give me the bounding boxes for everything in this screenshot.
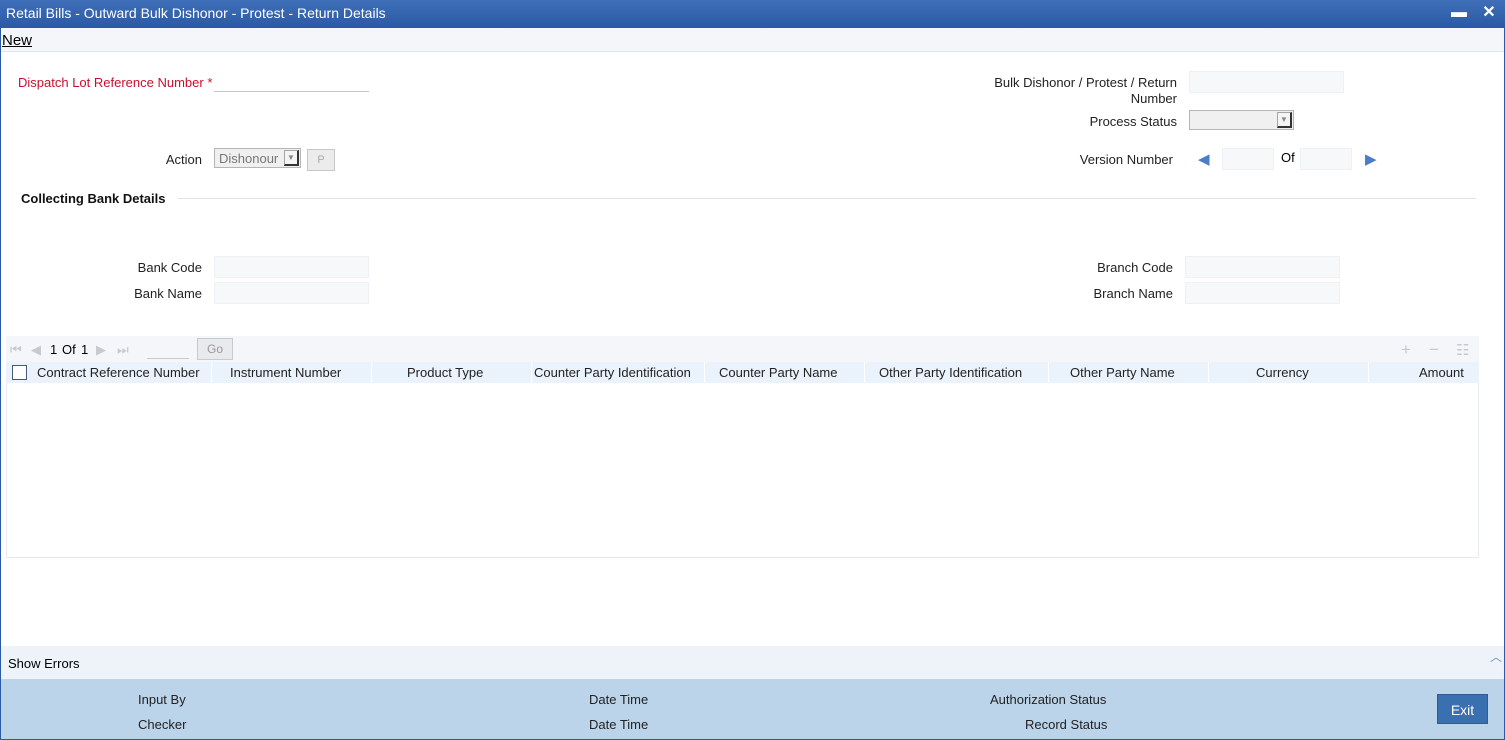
- dispatch-lot-input[interactable]: [214, 71, 369, 92]
- version-number-label: Version Number: [1079, 152, 1173, 167]
- close-icon[interactable]: ✕: [1480, 4, 1498, 22]
- process-status-label: Process Status: [1089, 114, 1177, 129]
- column-separator: [1368, 362, 1369, 383]
- column-separator: [1048, 362, 1049, 383]
- bank-name-label: Bank Name: [134, 286, 202, 301]
- record-status-label: Record Status: [1025, 717, 1108, 732]
- checker-label: Checker: [138, 717, 187, 732]
- column-separator: [1208, 362, 1209, 383]
- select-all-checkbox[interactable]: [12, 365, 27, 380]
- column-separator: [211, 362, 212, 383]
- collecting-bank-section-title: Collecting Bank Details: [21, 191, 166, 206]
- column-header[interactable]: Counter Party Identification: [534, 365, 691, 380]
- version-current-input[interactable]: [1222, 148, 1274, 170]
- delete-row-icon[interactable]: −: [1429, 340, 1439, 360]
- bulk-ref-label: Bulk Dishonor / Protest / Return Number: [960, 75, 1177, 107]
- first-page-icon[interactable]: ⏮: [10, 342, 22, 358]
- new-menu-link[interactable]: New: [2, 32, 32, 49]
- section-divider: [178, 198, 1476, 199]
- grid-header-row: Contract Reference Number Instrument Num…: [6, 362, 1479, 383]
- pager-total: 1: [81, 342, 89, 357]
- previous-version-icon[interactable]: ◀: [1198, 150, 1210, 168]
- bank-code-input[interactable]: [214, 256, 369, 278]
- action-select[interactable]: Dishonour ▼: [214, 148, 301, 168]
- single-view-icon[interactable]: ☷: [1456, 341, 1469, 359]
- required-marker: *: [207, 75, 213, 90]
- chevron-down-icon: ▼: [1277, 112, 1292, 128]
- column-separator: [371, 362, 372, 383]
- page-number-input[interactable]: [147, 338, 189, 359]
- next-version-icon[interactable]: ▶: [1365, 150, 1377, 168]
- column-header[interactable]: Instrument Number: [230, 365, 341, 380]
- dispatch-lot-label: Dispatch Lot Reference Number *: [18, 75, 212, 90]
- bulk-ref-input[interactable]: [1189, 71, 1344, 93]
- previous-page-icon[interactable]: ◀: [31, 342, 41, 358]
- pager-current: 1: [50, 342, 58, 357]
- minimize-icon[interactable]: ▬: [1450, 4, 1468, 22]
- add-row-icon[interactable]: +: [1401, 340, 1411, 360]
- checker-date-time-label: Date Time: [589, 717, 649, 732]
- column-separator: [864, 362, 865, 383]
- date-time-label: Date Time: [589, 692, 649, 707]
- process-status-select[interactable]: ▼: [1189, 110, 1294, 130]
- authorization-status-label: Authorization Status: [990, 692, 1107, 707]
- menu-bar: New: [0, 28, 1505, 52]
- column-header[interactable]: Other Party Name: [1070, 365, 1175, 380]
- window-titlebar: Retail Bills - Outward Bulk Dishonor - P…: [0, 0, 1505, 28]
- exit-button[interactable]: Exit: [1437, 694, 1488, 724]
- show-errors-link[interactable]: Show Errors: [8, 656, 80, 671]
- last-page-icon[interactable]: ⏭: [117, 342, 129, 358]
- column-header[interactable]: Counter Party Name: [719, 365, 838, 380]
- show-errors-bar: Show Errors ︿: [1, 646, 1504, 679]
- branch-code-input[interactable]: [1185, 256, 1340, 278]
- go-button[interactable]: Go: [197, 338, 233, 360]
- input-by-label: Input By: [138, 692, 186, 707]
- version-total-input[interactable]: [1300, 148, 1352, 170]
- column-header[interactable]: Currency: [1256, 365, 1309, 380]
- bulk-ref-label-line2: Number: [1130, 91, 1177, 106]
- dispatch-lot-label-text: Dispatch Lot Reference Number: [18, 75, 204, 90]
- bulk-ref-label-line1: Bulk Dishonor / Protest / Return: [994, 75, 1177, 90]
- column-header[interactable]: Other Party Identification: [879, 365, 1022, 380]
- column-separator: [531, 362, 532, 383]
- grid-toolbar: ⏮ ◀ 1 Of 1 ▶ ⏭ Go + − ☷: [6, 336, 1479, 362]
- column-header[interactable]: Contract Reference Number: [37, 365, 200, 380]
- window-title: Retail Bills - Outward Bulk Dishonor - P…: [6, 5, 386, 21]
- column-header[interactable]: Product Type: [407, 365, 483, 380]
- branch-name-input[interactable]: [1185, 282, 1340, 304]
- bank-name-input[interactable]: [214, 282, 369, 304]
- pager-of-label: Of: [62, 342, 76, 357]
- chevron-down-icon: ▼: [284, 150, 299, 166]
- bank-code-label: Bank Code: [137, 260, 202, 275]
- branch-code-label: Branch Code: [1097, 260, 1173, 275]
- next-page-icon[interactable]: ▶: [96, 342, 106, 358]
- action-value: Dishonour: [219, 151, 279, 166]
- audit-footer: Input By Checker Date Time Date Time Aut…: [1, 679, 1504, 739]
- column-separator: [704, 362, 705, 383]
- action-label: Action: [165, 152, 202, 167]
- collapse-icon[interactable]: ︿: [1490, 648, 1502, 665]
- p-button[interactable]: P: [307, 149, 335, 171]
- column-header[interactable]: Amount: [1419, 365, 1464, 380]
- branch-name-label: Branch Name: [1093, 286, 1173, 301]
- version-of-label: Of: [1281, 150, 1295, 165]
